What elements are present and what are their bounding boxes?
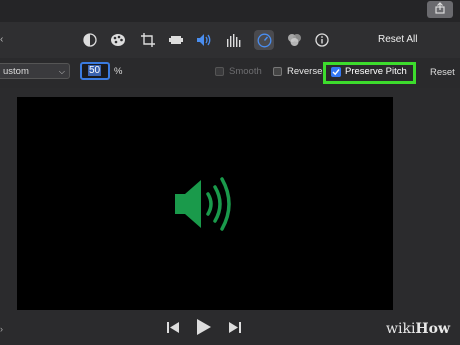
color-correction-icon[interactable] [108, 30, 128, 50]
left-edge-arrow-icon: › [0, 324, 3, 334]
skip-forward-icon[interactable] [228, 321, 242, 339]
speed-percent-input[interactable]: 50 [80, 62, 110, 80]
video-viewer[interactable] [17, 97, 393, 310]
crop-icon[interactable] [138, 30, 158, 50]
adjustments-toolbar: ‹ Reset All [0, 22, 460, 58]
share-button[interactable] [427, 1, 453, 18]
chevron-left-icon[interactable]: ‹ [0, 34, 3, 45]
reset-all-button[interactable]: Reset All [378, 34, 417, 45]
equalizer-icon[interactable] [224, 30, 244, 50]
color-balance-icon[interactable] [80, 30, 100, 50]
smooth-label: Smooth [229, 66, 262, 77]
speed-preset-value: ustom [3, 66, 29, 77]
skip-back-icon[interactable] [166, 321, 180, 339]
chevron-down-icon: ⌵ [58, 67, 65, 76]
share-icon [434, 1, 446, 19]
reverse-checkbox[interactable] [273, 67, 282, 76]
clip-filter-icon[interactable] [284, 30, 304, 50]
preserve-pitch-label: Preserve Pitch [345, 66, 407, 77]
wikihow-watermark: wikiHow [386, 321, 451, 337]
volume-icon[interactable] [194, 30, 214, 50]
reverse-label: Reverse [287, 66, 323, 77]
window-title-bar [0, 0, 460, 22]
preserve-pitch-checkbox[interactable] [331, 67, 341, 77]
play-icon[interactable] [196, 318, 212, 341]
percent-symbol: % [114, 66, 123, 77]
speed-icon[interactable] [254, 30, 274, 50]
reset-speed-button[interactable]: Reset [430, 67, 455, 78]
checkmark-icon [332, 69, 340, 76]
speaker-icon [175, 177, 231, 231]
speed-preset-select[interactable]: ustom ⌵ [0, 63, 70, 79]
info-icon[interactable] [312, 30, 332, 50]
speed-percent-value: 50 [88, 65, 102, 76]
smooth-checkbox[interactable] [215, 67, 224, 76]
stabilization-icon[interactable] [166, 30, 186, 50]
